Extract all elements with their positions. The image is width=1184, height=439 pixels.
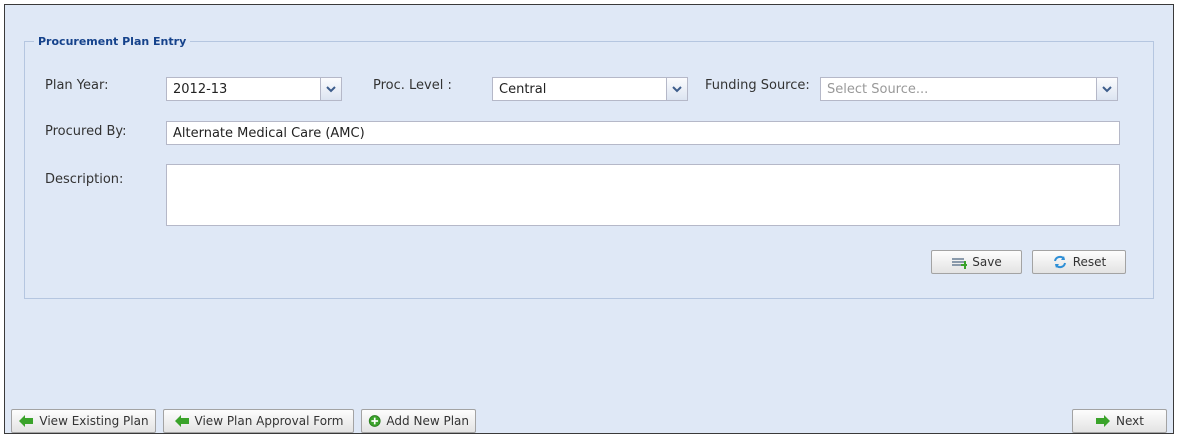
description-textarea[interactable]: [166, 164, 1120, 226]
add-new-plan-label: Add New Plan: [386, 414, 469, 428]
arrow-left-icon: [19, 415, 34, 427]
view-plan-approval-form-label: View Plan Approval Form: [194, 414, 344, 428]
add-new-plan-button[interactable]: Add New Plan: [361, 409, 476, 433]
procured-by-field[interactable]: Alternate Medical Care (AMC): [166, 121, 1120, 145]
add-icon: [368, 415, 381, 427]
reset-button[interactable]: Reset: [1032, 250, 1126, 274]
next-button[interactable]: Next: [1072, 409, 1167, 433]
funding-source-dropdown-trigger[interactable]: [1096, 78, 1117, 100]
plan-year-dropdown-trigger[interactable]: [320, 78, 341, 100]
plan-year-combo[interactable]: 2012-13: [166, 77, 342, 101]
funding-source-combo[interactable]: Select Source...: [820, 77, 1118, 101]
proc-level-combo[interactable]: Central: [492, 77, 688, 101]
chevron-down-icon: [672, 86, 682, 93]
view-plan-approval-form-button[interactable]: View Plan Approval Form: [163, 409, 354, 433]
description-label: Description:: [45, 172, 124, 187]
arrow-right-icon: [1096, 415, 1111, 427]
next-label: Next: [1116, 414, 1144, 428]
view-existing-plan-label: View Existing Plan: [39, 414, 149, 428]
save-label: Save: [972, 255, 1002, 269]
fieldset-legend: Procurement Plan Entry: [34, 35, 191, 49]
proc-level-label: Proc. Level :: [373, 78, 452, 93]
procured-by-label: Procured By:: [45, 124, 127, 139]
save-button[interactable]: Save: [931, 250, 1022, 274]
arrow-left-icon: [174, 415, 189, 427]
proc-level-dropdown-trigger[interactable]: [666, 78, 687, 100]
refresh-icon: [1053, 255, 1066, 269]
plan-year-label: Plan Year:: [45, 78, 109, 93]
plan-year-value: 2012-13: [173, 82, 228, 97]
save-icon: [952, 258, 968, 269]
proc-level-value: Central: [499, 82, 547, 97]
chevron-down-icon: [326, 86, 336, 93]
reset-label: Reset: [1072, 255, 1107, 269]
funding-source-placeholder: Select Source...: [827, 82, 929, 97]
view-existing-plan-button[interactable]: View Existing Plan: [11, 409, 156, 433]
chevron-down-icon: [1102, 86, 1112, 93]
funding-source-label: Funding Source:: [705, 78, 810, 93]
